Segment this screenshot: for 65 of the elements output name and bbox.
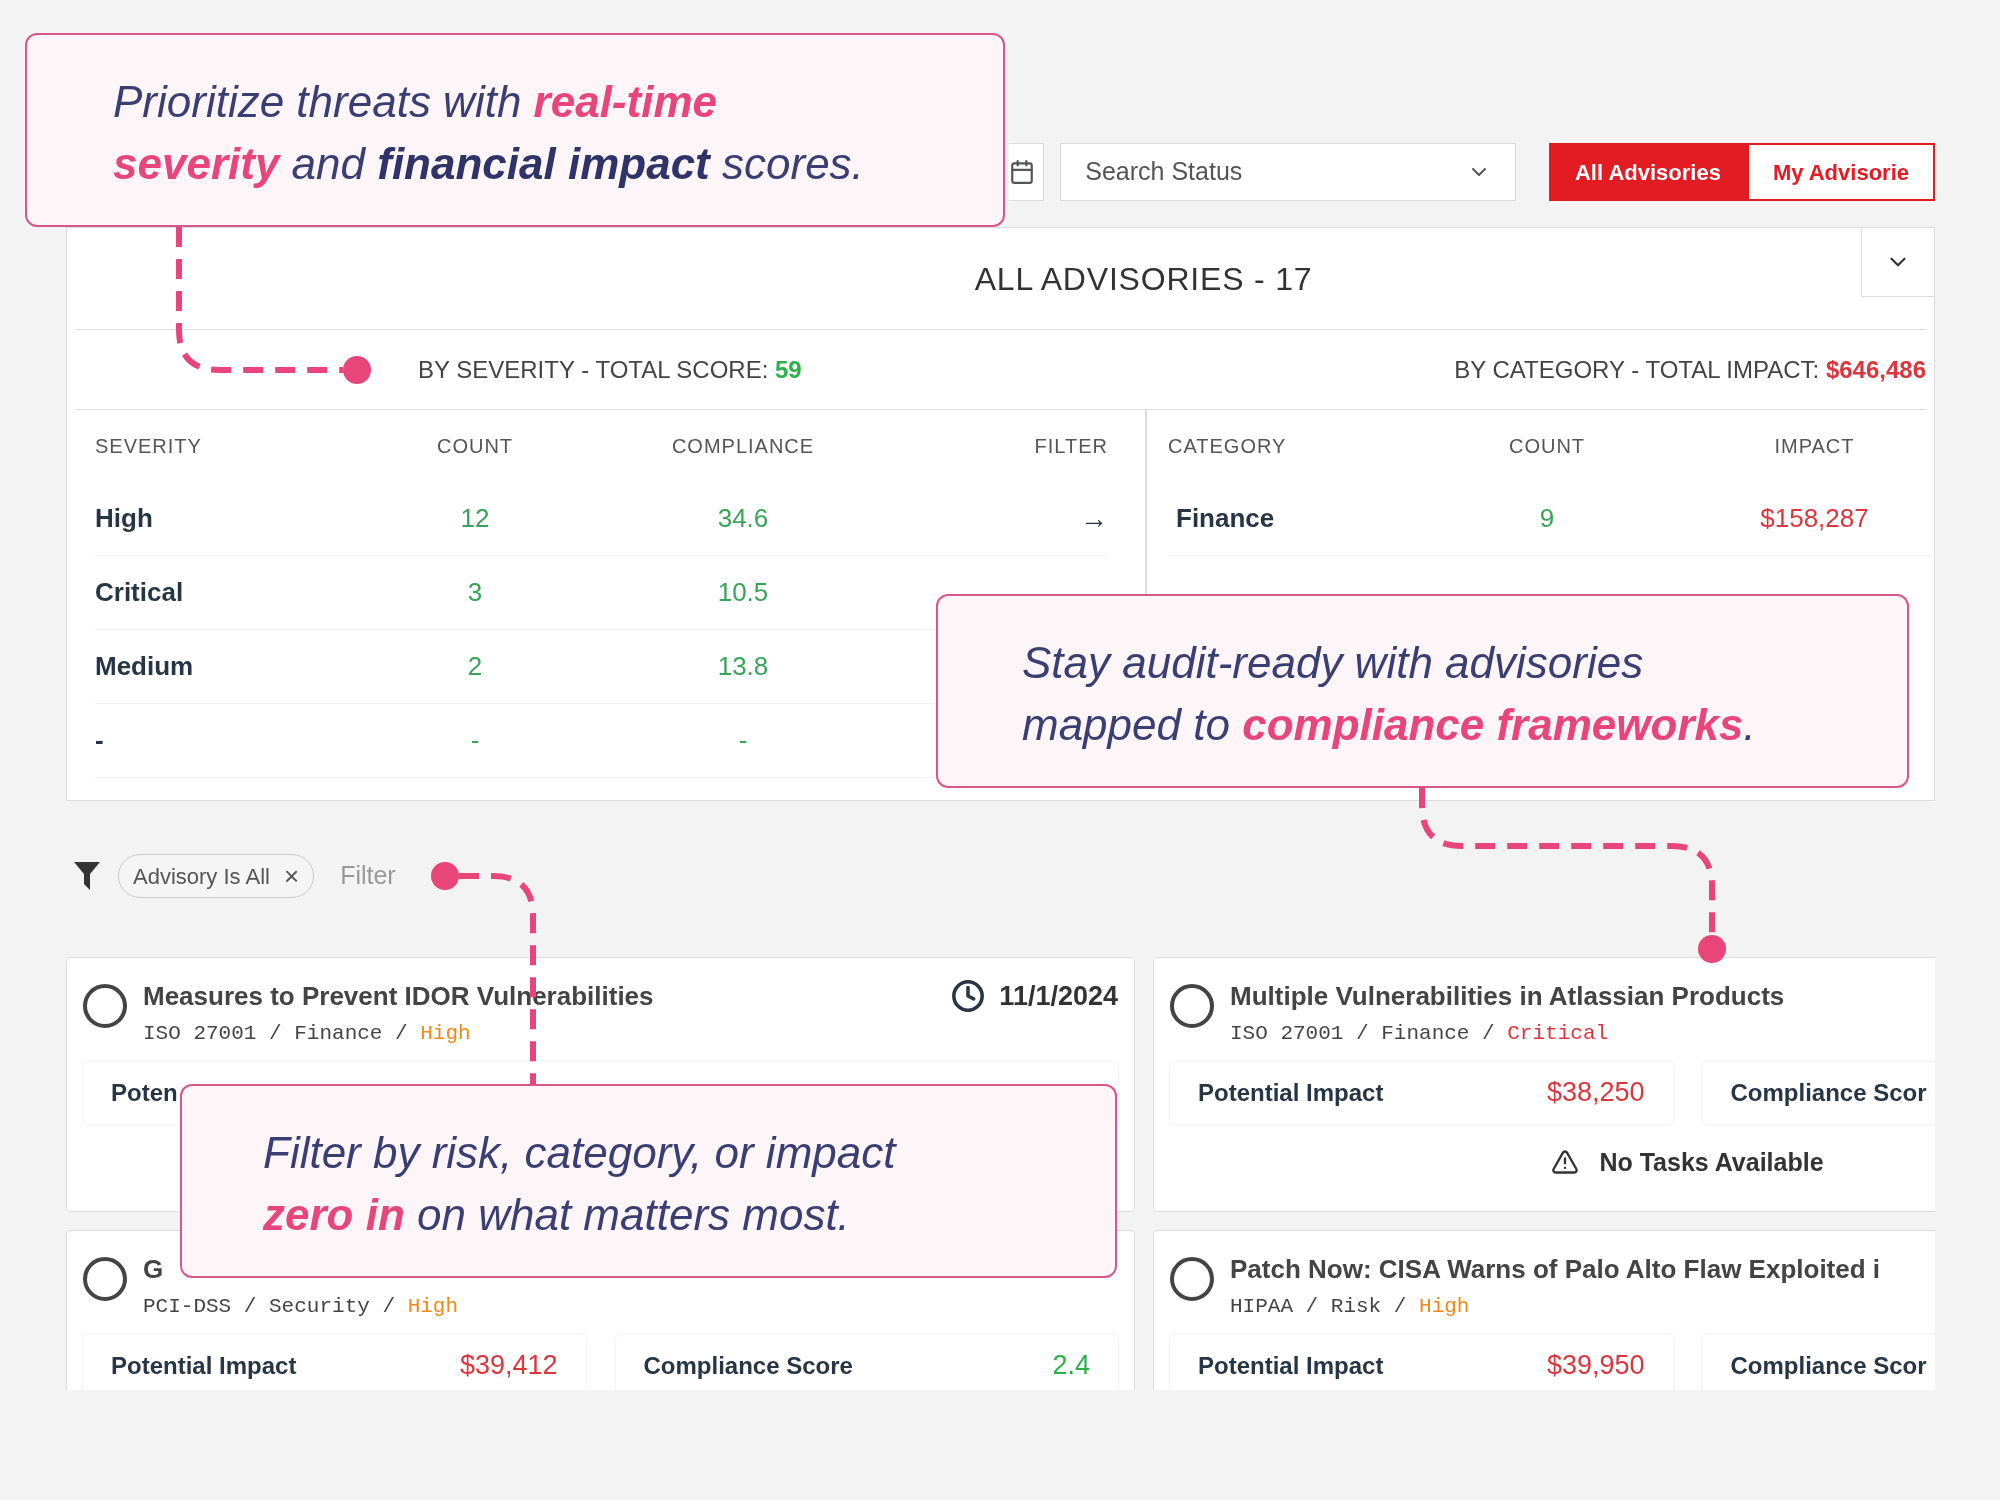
count-cell-text: 3 bbox=[467, 576, 483, 609]
clock-icon bbox=[951, 979, 986, 1013]
severity-summary: BY SEVERITY - TOTAL SCORE: 59 bbox=[418, 354, 802, 385]
select-placeholder: Search Status bbox=[1085, 156, 1243, 188]
column-header: FILTER bbox=[1034, 434, 1108, 459]
count-cell-text: 2 bbox=[467, 650, 483, 683]
column-header: IMPACT bbox=[1774, 434, 1855, 459]
compliance-cell-text: 10.5 bbox=[717, 576, 769, 609]
radio-button[interactable] bbox=[83, 1257, 127, 1301]
callout-text: Stay audit-ready with advisories mapped to compliance frameworks. bbox=[1022, 637, 1756, 751]
card-title[interactable]: Multiple Vulnerabilities in Atlassian Products bbox=[1230, 976, 1785, 1016]
metric-label: Poten bbox=[111, 1077, 178, 1108]
count-cell-text: - bbox=[470, 724, 480, 757]
card-tags: HIPAA / Risk / High bbox=[1230, 1291, 1935, 1323]
card-tags: ISO 27001 / Finance / Critical bbox=[1230, 1018, 1935, 1050]
category-cell-text: Finance bbox=[1175, 502, 1276, 535]
severity-cell-text: Medium bbox=[95, 650, 195, 683]
compliance-cell-text: - bbox=[738, 724, 748, 757]
radio-button[interactable] bbox=[1170, 984, 1214, 1028]
card-tags: ISO 27001 / Finance / High bbox=[143, 1018, 1118, 1050]
warning-icon bbox=[1551, 1148, 1580, 1177]
category-summary: BY CATEGORY - TOTAL IMPACT: $646,486 bbox=[1454, 354, 1926, 385]
advisory-tab[interactable]: My Advisorie bbox=[1746, 143, 1935, 201]
remove-button[interactable]: × bbox=[283, 863, 300, 889]
column-header: COUNT bbox=[1508, 434, 1586, 459]
severity-cell-text: - bbox=[95, 724, 105, 757]
radio-button[interactable] bbox=[1170, 1257, 1214, 1301]
metric-value: 2.4 bbox=[1052, 1349, 1090, 1383]
count-cell-text: 12 bbox=[460, 502, 490, 535]
filter-input[interactable]: Filter bbox=[340, 857, 541, 895]
metric-label: Potential Impact bbox=[1198, 1077, 1384, 1108]
radio-button[interactable] bbox=[83, 984, 127, 1028]
metric-label: Compliance Score bbox=[643, 1350, 853, 1381]
metric-label: Potential Impact bbox=[1198, 1350, 1384, 1381]
metric-label: Potential Impact bbox=[111, 1350, 297, 1381]
calendar-icon bbox=[1009, 159, 1035, 185]
card-tags: PCI-DSS / Security / High bbox=[143, 1291, 1118, 1323]
metric-value: $39,950 bbox=[1546, 1349, 1645, 1383]
severity-cell-text: Critical bbox=[95, 576, 185, 609]
impact-cell-text: $158,287 bbox=[1760, 502, 1869, 535]
count-cell-text: 9 bbox=[1539, 502, 1555, 535]
status-select[interactable]: Search Status bbox=[1060, 143, 1516, 201]
metric-label: Compliance Scor bbox=[1730, 1350, 1927, 1381]
chip-label: Advisory Is All bbox=[133, 862, 270, 891]
severity-cell-text: High bbox=[95, 502, 154, 535]
metric-value: $38,250 bbox=[1546, 1076, 1645, 1110]
column-header: CATEGORY bbox=[1168, 434, 1288, 459]
column-header: COUNT bbox=[436, 434, 514, 459]
compliance-cell-text: 34.6 bbox=[717, 502, 769, 535]
card-date: 11/1/2024 bbox=[999, 979, 1118, 1013]
callout-text: Filter by risk, category, or impact zero in on what matters most. bbox=[263, 1127, 896, 1241]
compliance-cell-text: 13.8 bbox=[717, 650, 769, 683]
card-title[interactable]: Patch Now: CISA Warns of Palo Alto Flaw Exploited i bbox=[1230, 1249, 1881, 1289]
card-title[interactable]: G bbox=[143, 1249, 164, 1289]
calendar-button[interactable] bbox=[1009, 143, 1045, 201]
metric-label: Compliance Scor bbox=[1730, 1077, 1927, 1108]
advisory-tab[interactable]: All Advisories bbox=[1548, 143, 1747, 201]
column-header: COMPLIANCE bbox=[671, 434, 815, 459]
card-title[interactable]: Measures to Prevent IDOR Vulnerabilities bbox=[143, 976, 654, 1016]
column-header: SEVERITY bbox=[95, 434, 203, 459]
notice-text: No Tasks Available bbox=[1599, 1146, 1824, 1178]
callout-text: Prioritize threats with real-time severity and financial impact scores. bbox=[113, 76, 864, 190]
metric-value: $39,412 bbox=[459, 1349, 558, 1383]
panel-title: ALL ADVISORIES - 17 bbox=[974, 259, 1313, 299]
filter-icon[interactable] bbox=[74, 862, 100, 890]
